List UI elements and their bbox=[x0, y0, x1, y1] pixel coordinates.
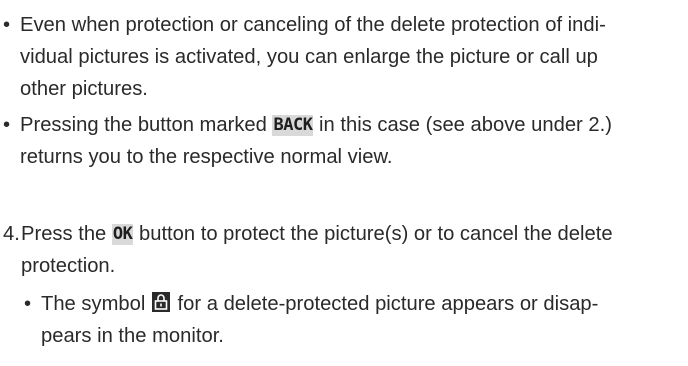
text-line: other pictures. bbox=[20, 78, 148, 100]
manual-page: • Even when protection or canceling of t… bbox=[0, 0, 688, 366]
text-line: protection. bbox=[21, 255, 116, 277]
text-line: Pressing the button marked BACK in this … bbox=[20, 109, 680, 141]
text-line: Even when protection or canceling of the… bbox=[20, 14, 606, 36]
bullet-text: Even when protection or canceling of the… bbox=[20, 9, 680, 105]
back-key-label: BACK bbox=[272, 115, 314, 136]
text-fragment: Pressing the button marked bbox=[20, 114, 273, 136]
text-fragment: for a delete-protected picture appears o… bbox=[171, 293, 599, 315]
lock-icon bbox=[151, 292, 170, 312]
bullet-text: The symbol for a delete-protected pictur… bbox=[41, 288, 681, 352]
step-text: Press the OK button to protect the pictu… bbox=[21, 218, 685, 282]
text-fragment: The symbol bbox=[41, 293, 151, 315]
text-line: Press the OK button to protect the pictu… bbox=[21, 218, 685, 250]
text-fragment: in this case (see above under 2.) bbox=[313, 114, 612, 136]
numbered-step-4: 4. Press the OK button to protect the pi… bbox=[0, 218, 688, 282]
text-line: returns you to the respective normal vie… bbox=[20, 146, 393, 168]
text-line: pears in the monitor. bbox=[41, 325, 224, 347]
bullet-item-protection-note: • Even when protection or canceling of t… bbox=[0, 9, 688, 105]
bullet-marker: • bbox=[24, 293, 32, 315]
text-fragment: Press the bbox=[21, 223, 112, 245]
sub-bullet-symbol-note: • The symbol for a delete-protected pict… bbox=[21, 288, 681, 352]
text-line: The symbol for a delete-protected pictur… bbox=[41, 288, 681, 320]
ok-key-label: OK bbox=[111, 224, 134, 245]
bullet-marker: • bbox=[3, 14, 11, 36]
step-number: 4. bbox=[3, 223, 20, 245]
bullet-text: Pressing the button marked BACK in this … bbox=[20, 109, 680, 173]
text-line: vidual pictures is activated, you can en… bbox=[20, 46, 598, 68]
bullet-marker: • bbox=[3, 114, 11, 136]
bullet-item-back-button-note: • Pressing the button marked BACK in thi… bbox=[0, 109, 688, 173]
text-fragment: button to protect the picture(s) or to c… bbox=[133, 223, 613, 245]
